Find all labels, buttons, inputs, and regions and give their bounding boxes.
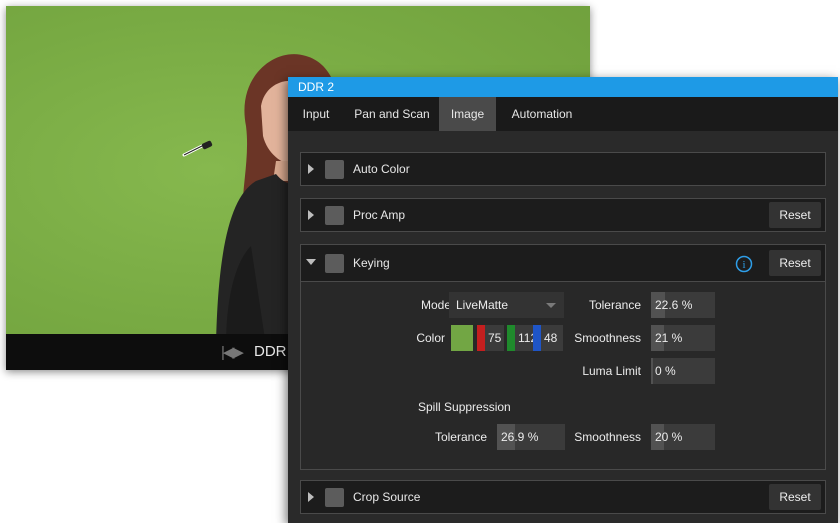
- playback-nav-icon[interactable]: |◀▶: [221, 343, 244, 361]
- spill-smoothness-slider[interactable]: 20 %: [651, 424, 715, 450]
- svg-text:i: i: [742, 259, 745, 271]
- luma-limit-label: Luma Limit: [582, 364, 641, 378]
- color-label: Color: [416, 331, 445, 345]
- green-band: [507, 325, 515, 351]
- expand-arrow-icon[interactable]: [308, 210, 314, 220]
- tolerance-value: 22.6 %: [655, 298, 693, 312]
- keying-checkbox[interactable]: [325, 254, 344, 273]
- spill-tolerance-value: 26.9 %: [501, 430, 539, 444]
- key-color-swatch[interactable]: [451, 325, 473, 351]
- smoothness-slider[interactable]: 21 %: [651, 325, 715, 351]
- expand-arrow-icon[interactable]: [308, 492, 314, 502]
- tolerance-label: Tolerance: [588, 298, 641, 312]
- ddr-properties-panel: DDR 2 Input Pan and Scan Image Automatio…: [288, 77, 838, 523]
- luma-limit-slider[interactable]: 0 %: [651, 358, 715, 384]
- spill-smoothness-value: 20 %: [655, 430, 683, 444]
- spill-tolerance-slider[interactable]: 26.9 %: [497, 424, 565, 450]
- tolerance-slider[interactable]: 22.6 %: [651, 292, 715, 318]
- proc-amp-reset-button[interactable]: Reset: [769, 202, 821, 228]
- keying-settings: Mode LiveMatte Color 75 112 48 Tolerance…: [300, 282, 826, 470]
- tab-image[interactable]: Image: [439, 97, 496, 131]
- panel-title: DDR 2: [288, 77, 838, 97]
- crop-source-reset-button[interactable]: Reset: [769, 484, 821, 510]
- eyedropper-icon: [182, 140, 213, 157]
- section-label: Proc Amp: [353, 208, 406, 222]
- smoothness-value: 21 %: [655, 331, 683, 345]
- tab-pan-and-scan[interactable]: Pan and Scan: [346, 97, 438, 131]
- section-label: Crop Source: [353, 490, 421, 504]
- red-value: 75: [488, 331, 502, 345]
- section-crop-source[interactable]: Crop Source Reset: [300, 480, 826, 514]
- section-label: Keying: [353, 256, 390, 270]
- blue-value: 48: [544, 331, 558, 345]
- auto-color-checkbox[interactable]: [325, 160, 344, 179]
- smoothness-label: Smoothness: [574, 331, 641, 345]
- blue-channel-field[interactable]: 48: [533, 325, 563, 351]
- section-proc-amp[interactable]: Proc Amp Reset: [300, 198, 826, 232]
- tab-automation[interactable]: Automation: [498, 97, 586, 131]
- spill-tolerance-label: Tolerance: [434, 430, 487, 444]
- section-label: Auto Color: [353, 162, 410, 176]
- spill-smoothness-label: Smoothness: [574, 430, 641, 444]
- collapse-arrow-icon[interactable]: [306, 259, 316, 265]
- red-band: [477, 325, 485, 351]
- tab-bar: Input Pan and Scan Image Automation: [288, 97, 838, 131]
- mode-label: Mode: [420, 298, 451, 312]
- crop-source-checkbox[interactable]: [325, 488, 344, 507]
- expand-arrow-icon[interactable]: [308, 164, 314, 174]
- mode-select[interactable]: LiveMatte: [449, 292, 564, 318]
- info-icon[interactable]: i: [735, 255, 753, 273]
- section-auto-color[interactable]: Auto Color: [300, 152, 826, 186]
- mode-value: LiveMatte: [456, 298, 509, 312]
- keying-reset-button[interactable]: Reset: [769, 250, 821, 276]
- red-channel-field[interactable]: 75: [477, 325, 504, 351]
- luma-limit-value: 0 %: [655, 364, 676, 378]
- section-keying[interactable]: Keying i Reset: [300, 244, 826, 282]
- chevron-down-icon: [546, 303, 556, 308]
- blue-band: [533, 325, 541, 351]
- proc-amp-checkbox[interactable]: [325, 206, 344, 225]
- tab-input[interactable]: Input: [288, 97, 344, 131]
- spill-suppression-heading: Spill Suppression: [418, 400, 511, 414]
